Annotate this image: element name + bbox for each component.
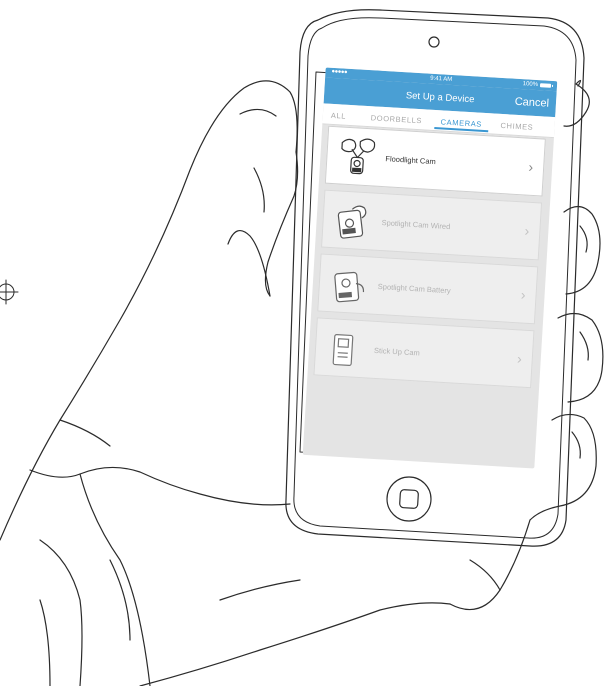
stick-up-cam-icon <box>332 333 354 366</box>
chevron-right-icon: › <box>516 350 523 367</box>
tab-all[interactable]: ALL <box>331 111 347 121</box>
chevron-right-icon: › <box>528 158 534 175</box>
spotlight-cam-wired-icon <box>337 205 367 239</box>
battery-icon <box>539 83 552 88</box>
chevron-right-icon: › <box>524 222 530 239</box>
device-row-stick-up-cam[interactable]: Stick Up Cam › <box>313 317 535 389</box>
device-label: Spotlight Cam Wired <box>381 218 451 232</box>
chevron-right-icon: › <box>520 286 527 303</box>
device-label: Floodlight Cam <box>385 154 437 167</box>
tab-chimes[interactable]: CHIMES <box>500 121 533 132</box>
spotlight-cam-battery-icon <box>334 271 365 303</box>
crosshair-mark <box>0 279 19 305</box>
battery-percent: 100% <box>522 81 539 89</box>
device-label: Spotlight Cam Battery <box>377 281 451 296</box>
cancel-button[interactable]: Cancel <box>514 96 549 110</box>
device-row-spotlight-cam-battery[interactable]: Spotlight Cam Battery › <box>317 253 539 325</box>
device-row-spotlight-cam-wired[interactable]: Spotlight Cam Wired › <box>321 189 543 261</box>
device-label: Stick Up Cam <box>373 345 421 358</box>
battery-indicator: 100% <box>523 81 552 89</box>
phone-screen: ●●●●● 9:41 AM 100% Set Up a Device Cance… <box>302 67 558 469</box>
device-row-floodlight-cam[interactable]: Floodlight Cam › <box>324 125 546 197</box>
floodlight-cam-icon <box>341 138 376 175</box>
device-list: Floodlight Cam › Spotlight Cam Wired › S… <box>307 125 554 394</box>
tab-doorbells[interactable]: DOORBELLS <box>371 113 423 125</box>
